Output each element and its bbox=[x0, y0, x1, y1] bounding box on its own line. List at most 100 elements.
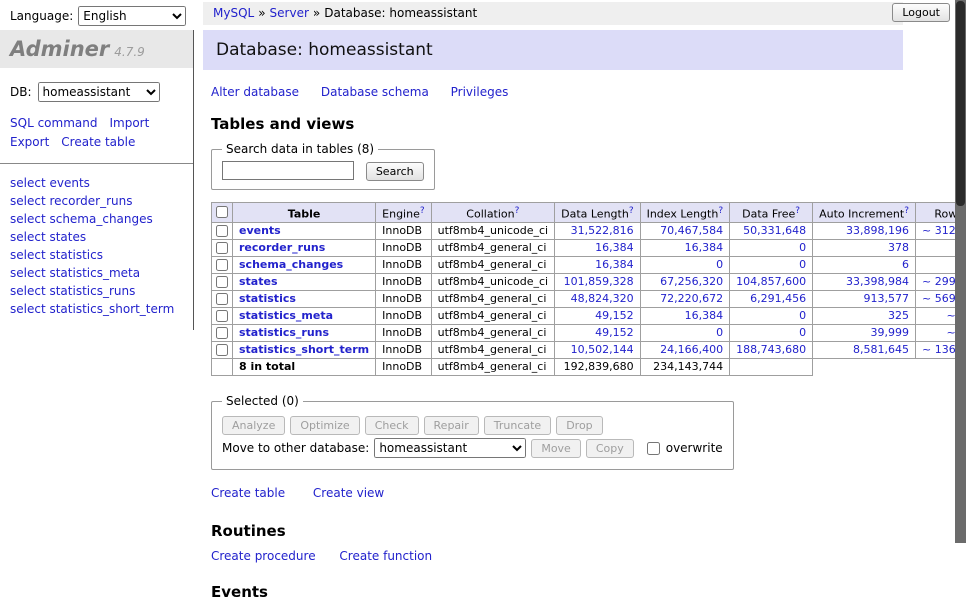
index-length-link[interactable]: 0 bbox=[716, 326, 723, 339]
db-select[interactable]: homeassistant bbox=[38, 82, 160, 102]
data-length-link[interactable]: 48,824,320 bbox=[571, 292, 634, 305]
data-length-link[interactable]: 10,502,144 bbox=[571, 343, 634, 356]
table-name-link[interactable]: statistics_meta bbox=[239, 309, 333, 322]
row-checkbox[interactable] bbox=[216, 225, 228, 237]
data-free-link[interactable]: 104,857,600 bbox=[736, 275, 806, 288]
auto-increment-link[interactable]: 33,398,984 bbox=[846, 275, 909, 288]
data-length-link[interactable]: 49,152 bbox=[595, 326, 634, 339]
page-title: Database: homeassistant bbox=[203, 30, 903, 70]
auto-increment-link[interactable]: 8,581,645 bbox=[853, 343, 909, 356]
data-length-link[interactable]: 31,522,816 bbox=[571, 224, 634, 237]
sidebar-link-create-table[interactable]: Create table bbox=[61, 135, 135, 149]
selected-action-button[interactable]: Optimize bbox=[290, 416, 359, 435]
row-checkbox[interactable] bbox=[216, 259, 228, 271]
row-checkbox[interactable] bbox=[216, 344, 228, 356]
selected-fieldset: Selected (0) Analyze Optimize Check Repa… bbox=[211, 394, 734, 470]
row-checkbox[interactable] bbox=[216, 293, 228, 305]
column-help-link[interactable]: ? bbox=[718, 206, 723, 216]
language-select[interactable]: English bbox=[78, 6, 186, 26]
app-title[interactable]: Adminer4.7.9 bbox=[0, 30, 193, 68]
sidebar-table-link[interactable]: select recorder_runs bbox=[10, 192, 183, 210]
data-length-link[interactable]: 16,384 bbox=[595, 241, 634, 254]
sidebar-link-sql-command[interactable]: SQL command bbox=[10, 116, 97, 130]
sidebar-table-link[interactable]: select schema_changes bbox=[10, 210, 183, 228]
table-name-link[interactable]: schema_changes bbox=[239, 258, 343, 271]
table-name-link[interactable]: statistics bbox=[239, 292, 296, 305]
sidebar-table-link[interactable]: select statistics_short_term bbox=[10, 300, 183, 318]
create-link[interactable]: Create view bbox=[313, 486, 384, 500]
db-action-link[interactable]: Privileges bbox=[451, 85, 509, 99]
selected-action-button[interactable]: Truncate bbox=[484, 416, 551, 435]
column-help-link[interactable]: ? bbox=[420, 206, 425, 216]
move-button[interactable]: Move bbox=[531, 439, 581, 458]
routine-link[interactable]: Create function bbox=[339, 549, 432, 563]
data-free-link[interactable]: 6,291,456 bbox=[750, 292, 806, 305]
auto-increment-link[interactable]: 39,999 bbox=[871, 326, 910, 339]
table-name-cell: schema_changes bbox=[233, 257, 376, 274]
index-length-link[interactable]: 16,384 bbox=[685, 241, 724, 254]
routine-link[interactable]: Create procedure bbox=[211, 549, 316, 563]
index-length-link[interactable]: 0 bbox=[716, 258, 723, 271]
scrollbar-thumb[interactable] bbox=[956, 1, 965, 206]
sidebar-table-link[interactable]: select events bbox=[10, 174, 183, 192]
selected-action-button[interactable]: Drop bbox=[556, 416, 602, 435]
overwrite-checkbox[interactable] bbox=[647, 442, 660, 455]
selected-action-button[interactable]: Check bbox=[365, 416, 419, 435]
column-help-link[interactable]: ? bbox=[629, 206, 634, 216]
data-free-link[interactable]: 50,331,648 bbox=[743, 224, 806, 237]
data-length-link[interactable]: 16,384 bbox=[595, 258, 634, 271]
search-input[interactable] bbox=[222, 161, 354, 180]
data-free-link[interactable]: 0 bbox=[799, 326, 806, 339]
row-checkbox[interactable] bbox=[216, 242, 228, 254]
auto-increment-link[interactable]: 378 bbox=[888, 241, 909, 254]
row-checkbox[interactable] bbox=[216, 276, 228, 288]
copy-button[interactable]: Copy bbox=[586, 439, 634, 458]
selected-action-button[interactable]: Analyze bbox=[222, 416, 285, 435]
table-name-link[interactable]: statistics_runs bbox=[239, 326, 329, 339]
auto-increment-link[interactable]: 6 bbox=[902, 258, 909, 271]
app-name[interactable]: Adminer bbox=[10, 37, 109, 61]
sidebar-table-link[interactable]: select states bbox=[10, 228, 183, 246]
table-name-link[interactable]: recorder_runs bbox=[239, 241, 325, 254]
logout-button[interactable]: Logout bbox=[892, 3, 950, 22]
db-action-link[interactable]: Alter database bbox=[211, 85, 299, 99]
row-checkbox[interactable] bbox=[216, 310, 228, 322]
data-free-link[interactable]: 0 bbox=[799, 241, 806, 254]
sidebar-table-link[interactable]: select statistics_meta bbox=[10, 264, 183, 282]
sidebar-table-link[interactable]: select statistics bbox=[10, 246, 183, 264]
auto-increment-link[interactable]: 33,898,196 bbox=[846, 224, 909, 237]
data-free-link[interactable]: 188,743,680 bbox=[736, 343, 806, 356]
index-length-link[interactable]: 24,166,400 bbox=[660, 343, 723, 356]
scrollbar[interactable] bbox=[955, 0, 966, 543]
column-help-link[interactable]: ? bbox=[904, 206, 909, 216]
breadcrumb-link-mysql[interactable]: MySQL bbox=[213, 6, 254, 20]
data-length-link[interactable]: 101,859,328 bbox=[564, 275, 634, 288]
data-free-link[interactable]: 0 bbox=[799, 309, 806, 322]
search-button[interactable]: Search bbox=[366, 162, 424, 181]
move-db-select[interactable]: homeassistant bbox=[374, 438, 526, 458]
auto-increment-link[interactable]: 913,577 bbox=[864, 292, 910, 305]
index-length-link[interactable]: 70,467,584 bbox=[660, 224, 723, 237]
row-checkbox[interactable] bbox=[216, 327, 228, 339]
index-length-link[interactable]: 72,220,672 bbox=[660, 292, 723, 305]
column-help-link[interactable]: ? bbox=[795, 206, 800, 216]
routines-links: Create procedure Create function bbox=[211, 549, 909, 563]
db-action-link[interactable]: Database schema bbox=[321, 85, 429, 99]
create-link[interactable]: Create table bbox=[211, 486, 285, 500]
data-free-link[interactable]: 0 bbox=[799, 258, 806, 271]
sidebar-table-link[interactable]: select statistics_runs bbox=[10, 282, 183, 300]
column-help-link[interactable]: ? bbox=[515, 206, 520, 216]
sidebar-link-export[interactable]: Export bbox=[10, 135, 49, 149]
table-name-link[interactable]: events bbox=[239, 224, 281, 237]
data-length-link[interactable]: 49,152 bbox=[595, 309, 634, 322]
index-length-link[interactable]: 16,384 bbox=[685, 309, 724, 322]
select-all-checkbox[interactable] bbox=[216, 206, 228, 218]
breadcrumb-link-server[interactable]: Server bbox=[270, 6, 309, 20]
table-name-link[interactable]: states bbox=[239, 275, 278, 288]
auto-increment-link[interactable]: 325 bbox=[888, 309, 909, 322]
selected-action-button[interactable]: Repair bbox=[424, 416, 479, 435]
sidebar: Adminer4.7.9 DB: homeassistant SQL comma… bbox=[0, 30, 194, 330]
sidebar-link-import[interactable]: Import bbox=[109, 116, 149, 130]
index-length-link[interactable]: 67,256,320 bbox=[660, 275, 723, 288]
table-name-link[interactable]: statistics_short_term bbox=[239, 343, 369, 356]
